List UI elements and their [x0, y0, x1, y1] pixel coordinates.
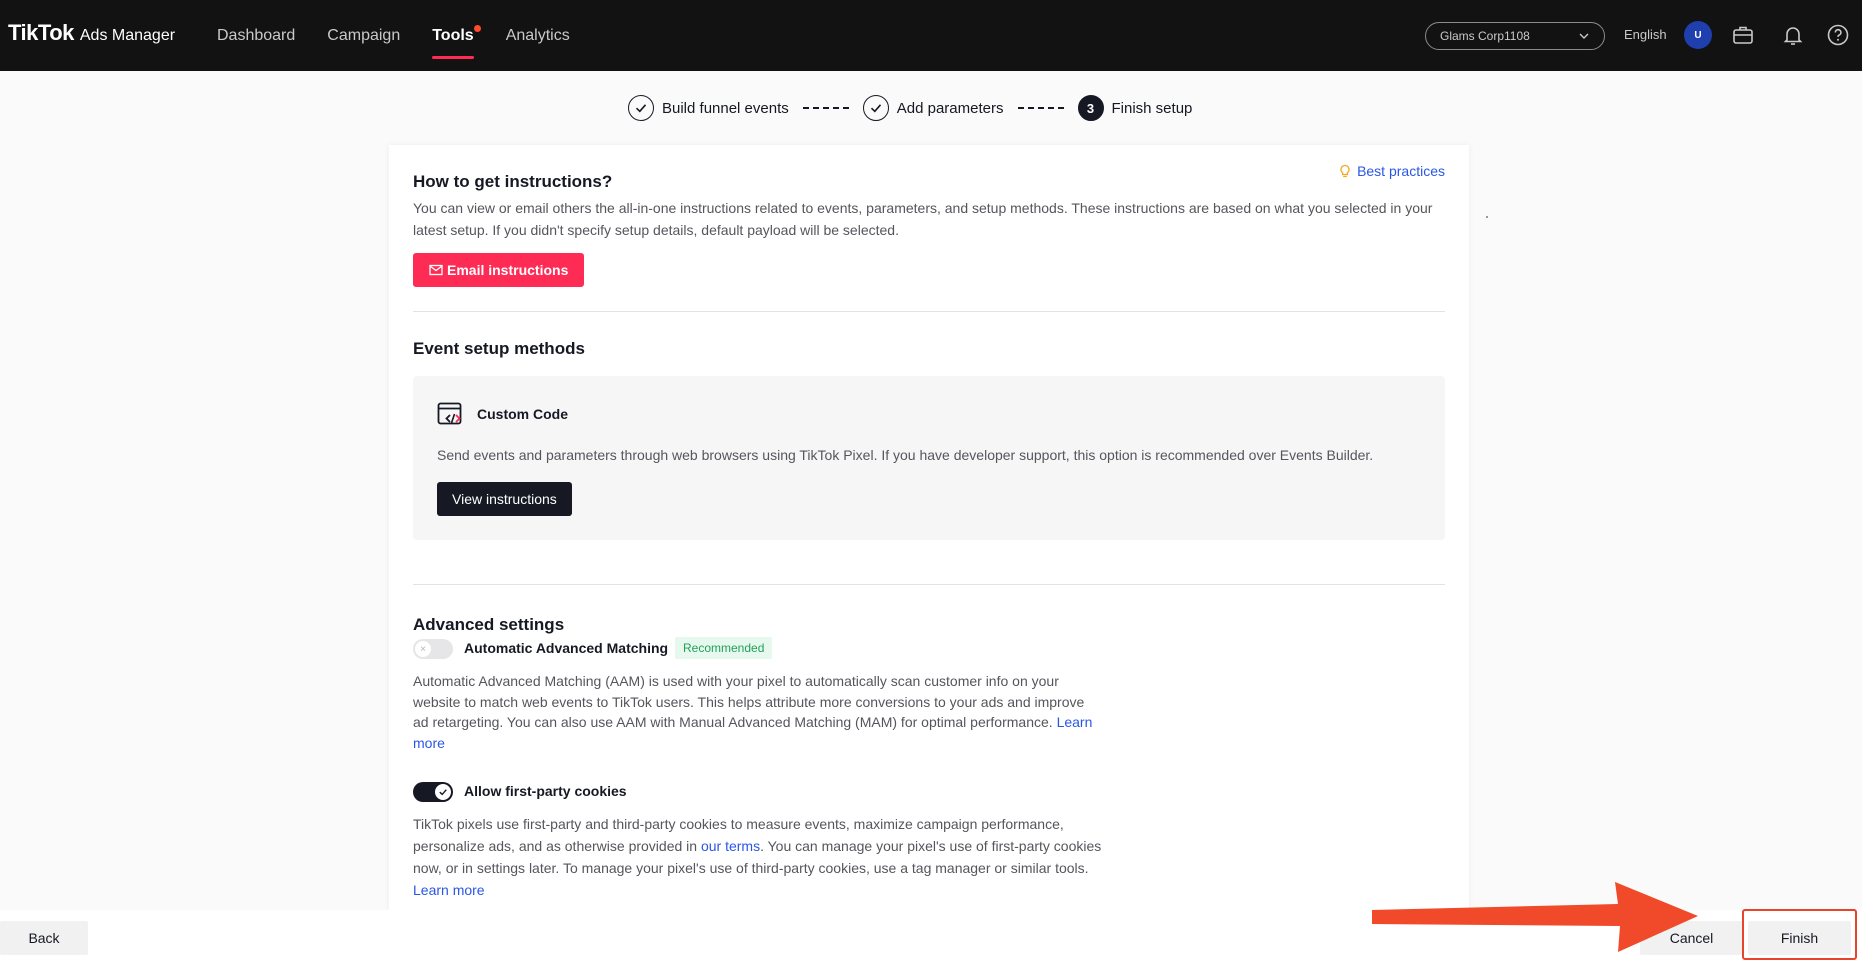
setup-stepper: Build funnel events Add parameters 3 Fin… [628, 94, 1192, 122]
step-connector [802, 107, 849, 109]
setup-methods-title: Event setup methods [413, 339, 585, 358]
back-button[interactable]: Back [0, 921, 88, 955]
nav-item-tools-label: Tools [432, 26, 474, 44]
setup-content-card: Best practices How to get instructions? … [389, 145, 1469, 910]
logo-sub-text: Ads Manager [79, 27, 176, 44]
cookies-description: TikTok pixels use first-party and third-… [413, 813, 1103, 901]
advanced-settings-title: Advanced settings [413, 615, 565, 634]
step-number: 3 [1077, 95, 1104, 121]
help-icon[interactable] [1824, 21, 1852, 49]
step-finish-setup: 3 Finish setup [1077, 95, 1193, 121]
nav-item-tools[interactable]: Tools [432, 0, 481, 71]
nav-item-campaign[interactable]: Campaign [327, 0, 400, 71]
account-selector[interactable]: Glams Corp1108 [1425, 22, 1605, 50]
section-divider [413, 311, 1445, 312]
cookies-learn-more-link[interactable]: Learn more [413, 882, 485, 898]
stray-dot [1486, 216, 1488, 218]
instructions-description: You can view or email others the all-in-… [413, 200, 1433, 238]
method-name: Custom Code [477, 406, 568, 422]
annotation-arrow-icon [1372, 882, 1698, 952]
email-instructions-button[interactable]: Email instructions [413, 253, 585, 287]
recommended-badge: Recommended [675, 637, 773, 659]
check-icon [435, 784, 451, 800]
our-terms-link[interactable]: our terms [701, 838, 760, 854]
account-name: Glams Corp1108 [1440, 29, 1530, 43]
aam-description-text: Automatic Advanced Matching (AAM) is use… [413, 673, 1085, 730]
mail-icon [429, 264, 443, 276]
language-selector[interactable]: English [1624, 27, 1667, 42]
tiktok-ads-manager-logo[interactable]: TikTok Ads Manager [8, 20, 175, 46]
step-label: Add parameters [896, 99, 1004, 117]
notification-dot [473, 25, 481, 32]
aam-label: Automatic Advanced Matching [464, 640, 669, 656]
best-practices-link[interactable]: Best practices [1338, 163, 1445, 179]
lightbulb-icon [1340, 164, 1350, 178]
step-label: Finish setup [1111, 99, 1193, 117]
bell-icon[interactable] [1779, 21, 1807, 49]
logo-main-text: TikTok [8, 20, 74, 45]
section-divider [413, 584, 1445, 585]
top-navigation-bar: TikTok Ads Manager Dashboard Campaign To… [0, 0, 1862, 71]
step-label: Build funnel events [662, 99, 789, 117]
chevron-down-icon [1579, 33, 1589, 39]
main-nav: Dashboard Campaign Tools Analytics [217, 0, 602, 71]
first-party-cookies-toggle[interactable] [413, 782, 453, 802]
close-icon: × [415, 641, 431, 657]
avatar[interactable]: U [1684, 21, 1712, 49]
briefcase-icon[interactable] [1729, 21, 1757, 49]
step-build-funnel-events: Build funnel events [628, 95, 789, 121]
check-icon [862, 95, 889, 121]
nav-item-analytics[interactable]: Analytics [506, 0, 570, 71]
best-practices-label: Best practices [1357, 163, 1445, 179]
custom-code-icon [437, 402, 462, 425]
aam-toggle[interactable]: × [413, 639, 453, 659]
nav-item-dashboard[interactable]: Dashboard [217, 0, 295, 71]
check-icon [628, 95, 654, 121]
method-description: Send events and parameters through web b… [437, 447, 1374, 463]
aam-description: Automatic Advanced Matching (AAM) is use… [413, 671, 1103, 753]
email-instructions-label: Email instructions [447, 262, 569, 278]
view-instructions-button[interactable]: View instructions [437, 482, 572, 516]
step-add-parameters: Add parameters [862, 95, 1004, 121]
cookies-label: Allow first-party cookies [464, 783, 627, 799]
step-connector [1017, 107, 1064, 109]
instructions-title: How to get instructions? [413, 172, 613, 191]
custom-code-method-card: Custom Code Send events and parameters t… [413, 376, 1445, 540]
finish-highlight-box [1742, 909, 1857, 960]
